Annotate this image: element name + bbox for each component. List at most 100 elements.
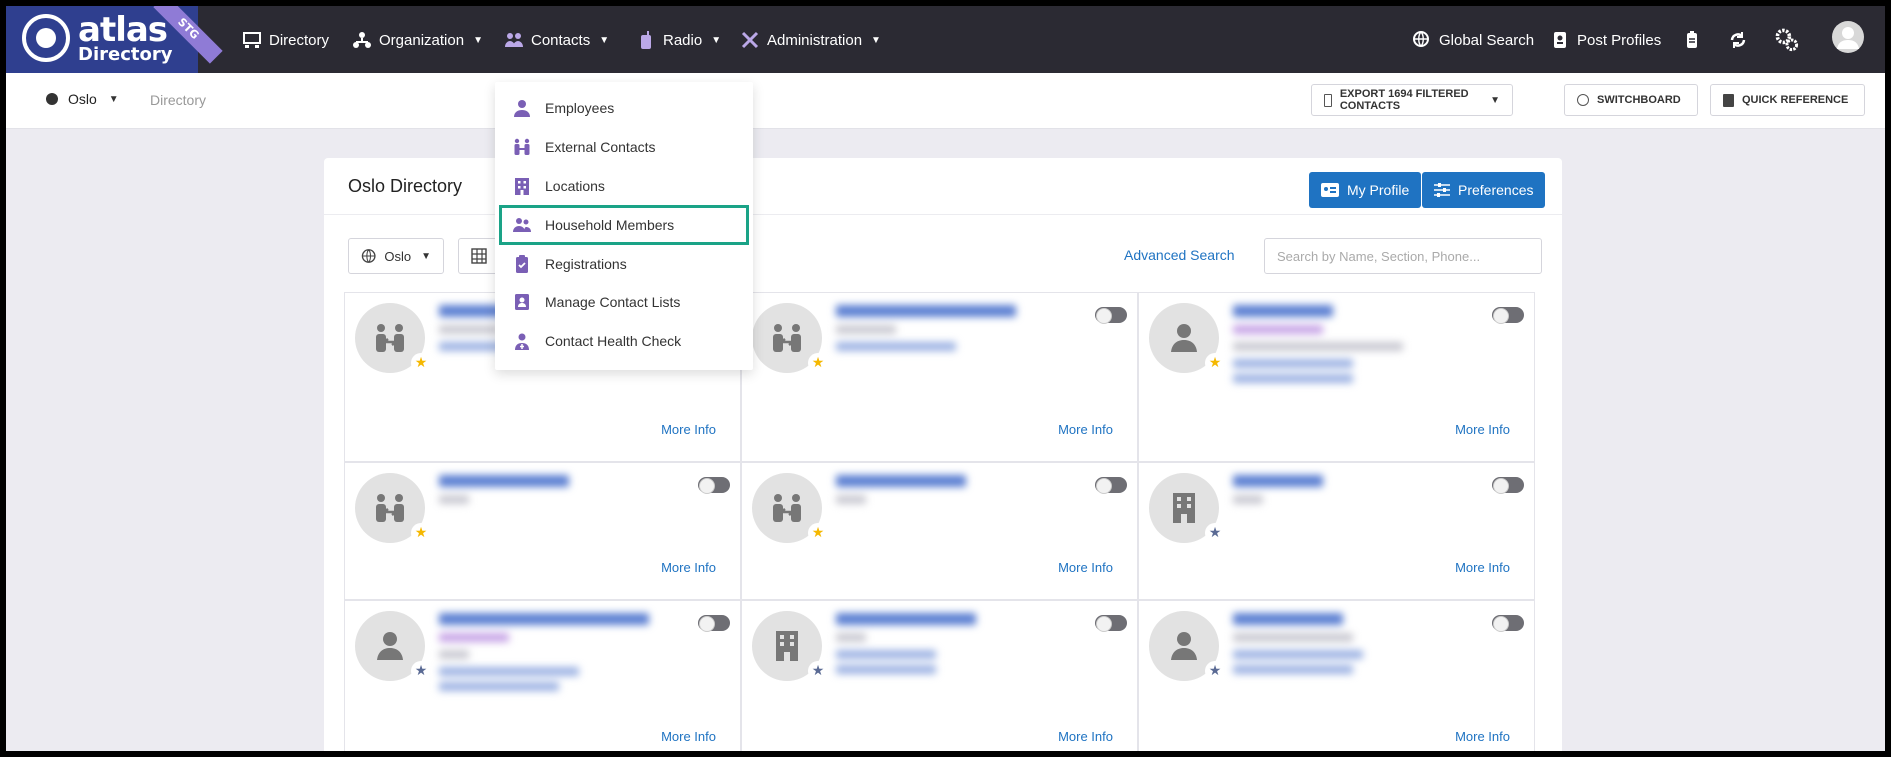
people-icon [513,218,531,232]
more-info-link[interactable]: More Info [661,560,716,575]
file-export-icon [1324,93,1332,107]
contact-tile[interactable]: ★ More Info [344,462,741,600]
contact-details-redacted [439,475,569,512]
contact-toggle[interactable] [1492,615,1524,632]
nav-contacts[interactable]: Contacts ▼ [504,28,609,52]
menu-item-external-contacts[interactable]: External Contacts [495,129,753,165]
nav-post-profiles[interactable]: Post Profiles [1550,28,1661,52]
nav-global-search[interactable]: Global Search [1412,28,1534,52]
contact-tile[interactable]: ★ More Info [741,462,1138,600]
my-profile-button[interactable]: My Profile [1309,172,1422,208]
contact-tile[interactable]: ★ More Info [1138,462,1535,600]
globe-icon [361,249,376,263]
headset-icon [1577,94,1589,106]
quick-reference-button[interactable]: QUICK REFERENCE [1710,84,1865,116]
nav-directory[interactable]: Directory [242,28,329,52]
top-navbar: atlas Directory STG Directory Organizati… [6,6,1885,73]
favorite-star-icon[interactable]: ★ [411,661,431,681]
preferences-label: Preferences [1458,182,1534,198]
more-info-link[interactable]: More Info [1455,560,1510,575]
more-info-link[interactable]: More Info [1058,560,1113,575]
location-label: Oslo [68,91,97,107]
contact-tile[interactable]: ★ More Info [741,600,1138,751]
nav-administration[interactable]: Administration ▼ [740,28,881,52]
favorite-star-icon[interactable]: ★ [808,523,828,543]
contacts-dropdown-menu: Employees External Contacts Locations Ho… [495,82,753,370]
menu-item-contact-health-check[interactable]: Contact Health Check [495,323,753,359]
location-selector[interactable]: Oslo ▼ [46,91,119,107]
nav-global-search-label: Global Search [1439,31,1535,49]
favorite-star-icon[interactable]: ★ [1205,661,1225,681]
menu-item-manage-contact-lists[interactable]: Manage Contact Lists [495,284,753,320]
id-card-icon [1321,183,1339,197]
sliders-icon [1434,183,1450,197]
menu-item-household-members[interactable]: Household Members [499,205,749,245]
preferences-button[interactable]: Preferences [1422,172,1546,208]
clipboard-check-icon [516,255,528,273]
menu-item-label: External Contacts [545,139,656,155]
chevron-down-icon: ▼ [711,34,722,46]
menu-item-registrations[interactable]: Registrations [495,246,753,282]
location-flag-icon [46,93,58,105]
brand-sub: Directory [78,44,173,65]
handshake-icon [514,138,530,155]
directory-icon [243,32,261,48]
location-filter[interactable]: Oslo ▼ [348,238,444,274]
advanced-search-link[interactable]: Advanced Search [1124,247,1235,263]
sync-button[interactable] [1728,28,1748,52]
export-button[interactable]: EXPORT 1694 FILTERED CONTACTS ▼ [1311,84,1513,116]
more-info-link[interactable]: More Info [1455,729,1510,744]
more-info-link[interactable]: More Info [661,422,716,437]
favorite-star-icon[interactable]: ★ [411,353,431,373]
nav-organization[interactable]: Organization ▼ [352,28,483,52]
favorite-star-icon[interactable]: ★ [808,661,828,681]
contact-toggle[interactable] [1492,307,1524,324]
more-info-link[interactable]: More Info [1058,729,1113,744]
nav-post-profiles-label: Post Profiles [1577,31,1662,49]
page-title: Oslo Directory [348,176,463,196]
menu-item-employees[interactable]: Employees [495,90,753,126]
menu-item-label: Household Members [545,217,675,233]
contact-toggle[interactable] [1095,307,1127,324]
contact-tile[interactable]: ★ More Info [741,292,1138,462]
more-info-link[interactable]: More Info [661,729,716,744]
favorite-star-icon[interactable]: ★ [1205,353,1225,373]
favorite-star-icon[interactable]: ★ [411,523,431,543]
user-doctor-icon [515,333,529,350]
contact-toggle[interactable] [1492,477,1524,494]
search-input[interactable] [1264,238,1542,274]
menu-item-locations[interactable]: Locations [495,168,753,204]
sub-toolbar: Oslo ▼ Directory EXPORT 1694 FILTERED CO… [6,73,1885,129]
org-chart-icon [353,32,371,48]
contact-card-icon [515,294,529,310]
contact-toggle[interactable] [698,477,730,494]
contact-toggle[interactable] [698,615,730,632]
logo-icon [22,14,70,62]
user-avatar[interactable] [1832,21,1864,53]
person-icon [377,632,403,660]
contacts-icon [505,33,523,47]
more-info-link[interactable]: More Info [1058,422,1113,437]
notes-button[interactable] [1682,28,1702,52]
switchboard-button[interactable]: SWITCHBOARD [1564,84,1698,116]
contact-toggle[interactable] [1095,615,1127,632]
breadcrumb[interactable]: Directory [150,92,206,108]
handshake-icon [376,494,404,522]
favorite-star-icon[interactable]: ★ [808,353,828,373]
nav-directory-label: Directory [269,31,330,49]
contact-details-redacted [836,305,1016,357]
contact-toggle[interactable] [1095,477,1127,494]
contact-tile[interactable]: ★ More Info [1138,292,1535,462]
contact-tile[interactable]: ★ More Info [1138,600,1535,751]
menu-item-label: Registrations [545,256,627,272]
contact-details-redacted [1233,305,1403,389]
favorite-star-icon[interactable]: ★ [1205,523,1225,543]
contact-tile[interactable]: ★ More Info [344,600,741,751]
nav-radio[interactable]: Radio ▼ [636,28,721,52]
brand-logo[interactable]: atlas Directory STG [6,6,223,73]
building-icon [1173,493,1195,523]
settings-button[interactable] [1772,28,1802,52]
menu-item-label: Employees [545,100,615,116]
more-info-link[interactable]: More Info [1455,422,1510,437]
person-icon [514,100,530,117]
